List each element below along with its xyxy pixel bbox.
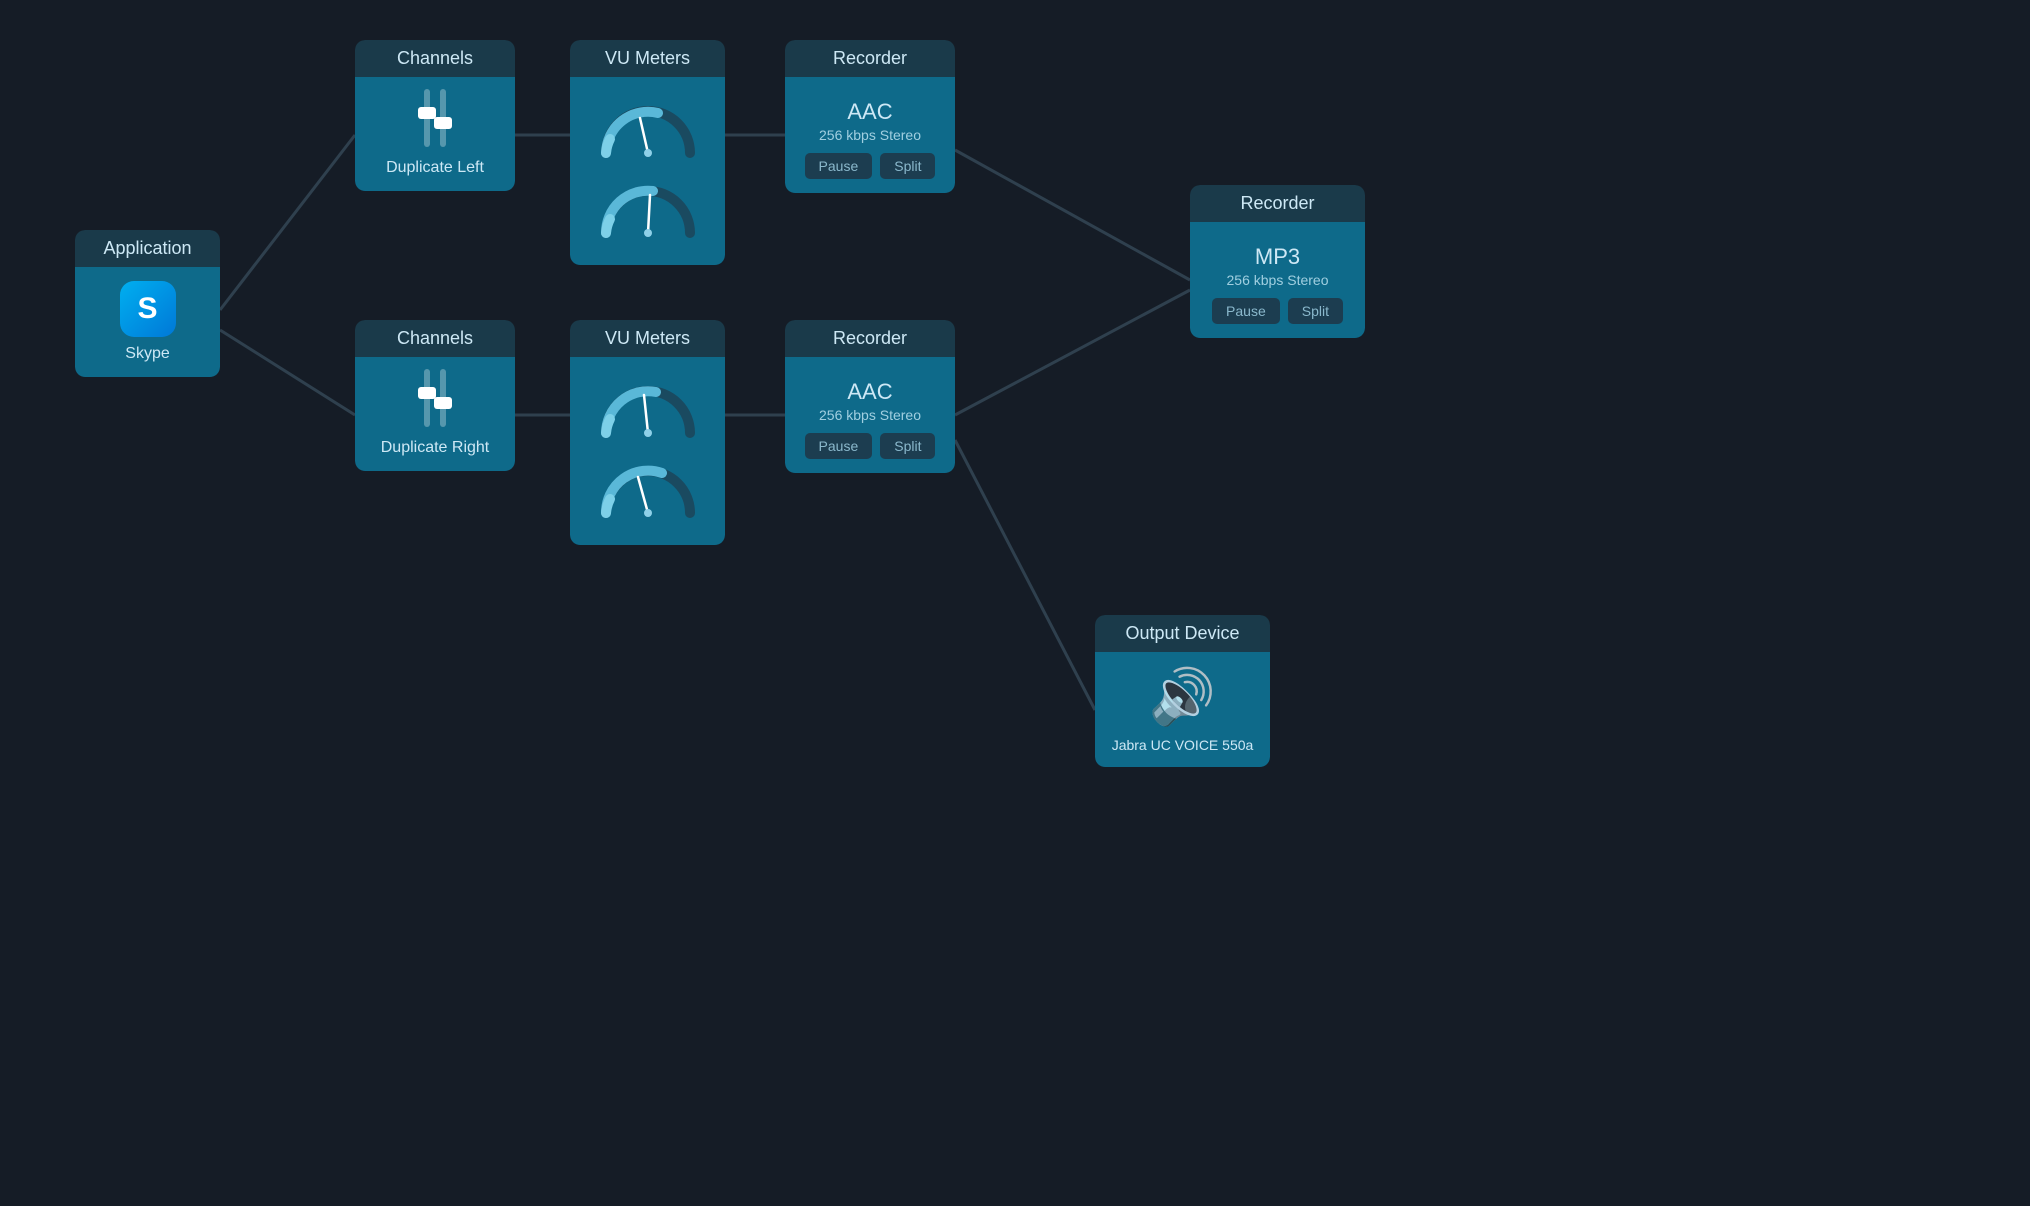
recorder-aac-left-split-btn[interactable]: Split bbox=[880, 153, 935, 179]
vu-meters-left-node: VU Meters bbox=[570, 40, 725, 265]
recorder-mp3-body: MP3 256 kbps Stereo Pause Split bbox=[1190, 222, 1365, 338]
output-device-node: Output Device 🔊 Jabra UC VOICE 550a bbox=[1095, 615, 1270, 767]
recorder-aac-left-header: Recorder bbox=[785, 40, 955, 77]
recorder-aac-right-format: AAC bbox=[847, 379, 892, 405]
channels-right-node: Channels Duplicate Right bbox=[355, 320, 515, 471]
channels-right-body: Duplicate Right bbox=[355, 357, 515, 471]
recorder-aac-right-split-btn[interactable]: Split bbox=[880, 433, 935, 459]
recorder-aac-left-pause-btn[interactable]: Pause bbox=[805, 153, 873, 179]
vu-meter-left-icon bbox=[593, 91, 703, 171]
recorder-aac-right-header: Recorder bbox=[785, 320, 955, 357]
recorder-mp3-format: MP3 bbox=[1255, 244, 1300, 270]
recorder-aac-right-quality: 256 kbps Stereo bbox=[819, 407, 921, 423]
recorder-mp3-header: Recorder bbox=[1190, 185, 1365, 222]
vu-meters-right-node: VU Meters bbox=[570, 320, 725, 545]
output-device-label: Jabra UC VOICE 550a bbox=[1112, 737, 1254, 753]
channels-left-node: Channels Duplicate Left bbox=[355, 40, 515, 191]
faders-left-icon bbox=[424, 91, 446, 151]
recorder-mp3-node: Recorder MP3 256 kbps Stereo Pause Split bbox=[1190, 185, 1365, 338]
output-device-header: Output Device bbox=[1095, 615, 1270, 652]
channels-right-header: Channels bbox=[355, 320, 515, 357]
fader-track-2 bbox=[440, 89, 446, 147]
recorder-aac-right-node: Recorder AAC 256 kbps Stereo Pause Split bbox=[785, 320, 955, 473]
recorder-aac-left-format: AAC bbox=[847, 99, 892, 125]
recorder-aac-right-buttons: Pause Split bbox=[805, 433, 936, 459]
recorder-aac-right-body: AAC 256 kbps Stereo Pause Split bbox=[785, 357, 955, 473]
vu-meter-right-icon-2 bbox=[593, 451, 703, 531]
vu-meter-right-icon bbox=[593, 371, 703, 451]
fader-handle-3 bbox=[418, 387, 436, 399]
recorder-mp3-split-btn[interactable]: Split bbox=[1288, 298, 1343, 324]
channels-left-body: Duplicate Left bbox=[355, 77, 515, 191]
vu-meters-left-header: VU Meters bbox=[570, 40, 725, 77]
recorder-aac-left-quality: 256 kbps Stereo bbox=[819, 127, 921, 143]
fader-handle-2 bbox=[434, 117, 452, 129]
recorder-mp3-buttons: Pause Split bbox=[1212, 298, 1343, 324]
recorder-aac-left-node: Recorder AAC 256 kbps Stereo Pause Split bbox=[785, 40, 955, 193]
channels-left-label: Duplicate Left bbox=[386, 159, 484, 177]
channels-right-label: Duplicate Right bbox=[381, 439, 490, 457]
application-skype-header: Application bbox=[75, 230, 220, 267]
faders-right-icon bbox=[424, 371, 446, 431]
skype-icon: S bbox=[120, 281, 176, 337]
recorder-aac-right-pause-btn[interactable]: Pause bbox=[805, 433, 873, 459]
recorder-mp3-pause-btn[interactable]: Pause bbox=[1212, 298, 1280, 324]
fader-handle-1 bbox=[418, 107, 436, 119]
channels-left-header: Channels bbox=[355, 40, 515, 77]
fader-track-4 bbox=[440, 369, 446, 427]
fader-track-3 bbox=[424, 369, 430, 427]
recorder-mp3-quality: 256 kbps Stereo bbox=[1227, 272, 1329, 288]
recorder-aac-left-buttons: Pause Split bbox=[805, 153, 936, 179]
recorder-aac-left-body: AAC 256 kbps Stereo Pause Split bbox=[785, 77, 955, 193]
application-skype-node: Application S Skype bbox=[75, 230, 220, 377]
fader-handle-4 bbox=[434, 397, 452, 409]
skype-label: Skype bbox=[125, 345, 169, 363]
output-device-body: 🔊 Jabra UC VOICE 550a bbox=[1095, 652, 1270, 767]
vu-meters-right-body bbox=[570, 357, 725, 545]
vu-meter-left-icon-2 bbox=[593, 171, 703, 251]
vu-meters-right-header: VU Meters bbox=[570, 320, 725, 357]
application-skype-body: S Skype bbox=[75, 267, 220, 377]
vu-meters-left-body bbox=[570, 77, 725, 265]
speaker-icon: 🔊 bbox=[1149, 666, 1216, 729]
fader-track-1 bbox=[424, 89, 430, 147]
